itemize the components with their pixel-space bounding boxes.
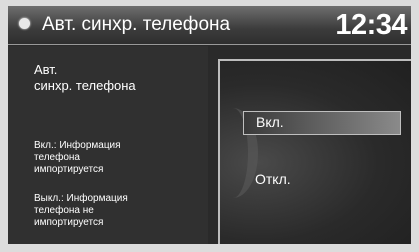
off-description-line: телефона не [34, 205, 94, 216]
option-on-button[interactable]: Вкл. [243, 111, 401, 135]
setting-title-line1: Авт. [34, 62, 58, 77]
option-on-label: Вкл. [256, 114, 284, 130]
off-description-line: импортируется [34, 217, 104, 228]
option-off-button[interactable]: Откл. [255, 171, 291, 187]
off-description: Выкл.: Информация телефона не импортируе… [34, 193, 128, 229]
setting-title: Авт. синхр. телефона [34, 62, 136, 94]
menu-indicator-icon [19, 18, 30, 29]
setting-title-line2: синхр. телефона [34, 78, 136, 93]
screen: Авт. синхр. телефона 12:34 Авт. синхр. т… [0, 0, 419, 252]
on-description: Вкл.: Информация телефона импортируется [34, 140, 121, 176]
off-description-line: Выкл.: Информация [34, 193, 128, 204]
on-description-line: импортируется [34, 164, 104, 175]
on-description-line: телефона [34, 152, 80, 163]
header-bar: Авт. синхр. телефона 12:34 [8, 6, 411, 45]
on-description-line: Вкл.: Информация [34, 140, 121, 151]
page-title: Авт. синхр. телефона [42, 14, 231, 35]
clock: 12:34 [335, 9, 407, 41]
